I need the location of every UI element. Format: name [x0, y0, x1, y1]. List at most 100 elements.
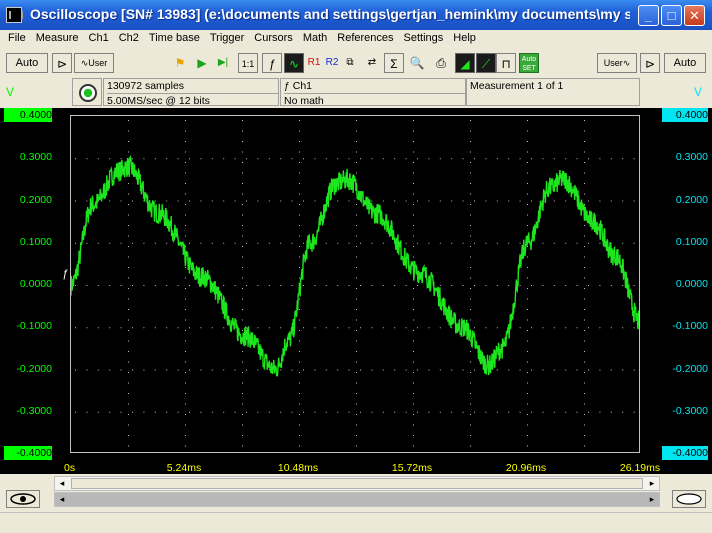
scroll-left-arrow-icon[interactable]: ◂: [55, 477, 69, 490]
right-trigger-mode[interactable]: Auto: [664, 53, 706, 73]
grid-dot: [280, 285, 282, 286]
right-trigger-slope-icon[interactable]: ⊳: [640, 53, 660, 73]
grid-dot: [120, 200, 122, 202]
grid-dot: [356, 351, 357, 352]
minimize-button[interactable]: _: [638, 5, 659, 26]
grid-dot: [405, 411, 407, 413]
menu-time-base[interactable]: Time base: [144, 30, 205, 50]
menu-settings[interactable]: Settings: [399, 30, 449, 50]
display-mode-1-icon[interactable]: ◢: [455, 53, 475, 73]
grid-dot: [185, 267, 186, 268]
grid-dot: [154, 411, 156, 413]
grid-dot: [394, 200, 396, 202]
sum-button[interactable]: Σ: [384, 53, 404, 73]
grid-dot: [97, 411, 99, 413]
ellipse-toggle-button[interactable]: [672, 490, 706, 508]
menu-ch1[interactable]: Ch1: [84, 30, 114, 50]
grid-dot: [128, 330, 129, 331]
grid-dot: [633, 285, 635, 286]
menu-cursors[interactable]: Cursors: [249, 30, 298, 50]
play-icon[interactable]: ▶: [192, 53, 212, 73]
menu-file[interactable]: File: [0, 30, 31, 50]
grid-dot: [470, 235, 471, 237]
grid-dot: [223, 411, 225, 413]
right-user-button[interactable]: User∿: [597, 53, 637, 73]
record-icon[interactable]: ⚑: [170, 53, 190, 73]
grid-dot: [576, 369, 578, 371]
grid-dot: [185, 288, 186, 289]
menu-ch2[interactable]: Ch2: [114, 30, 144, 50]
left-trigger-mode[interactable]: Auto: [6, 53, 48, 73]
display-mode-2-icon[interactable]: ⟋: [476, 53, 496, 73]
grid-dot: [553, 158, 555, 160]
channel-info[interactable]: ƒ Ch1 No math: [280, 78, 466, 107]
grid-dot: [470, 204, 471, 205]
magnifier-icon[interactable]: 🔍: [407, 53, 427, 73]
menu-measure[interactable]: Measure: [31, 30, 84, 50]
grid-dot: [470, 414, 471, 415]
grid-dot: [531, 411, 532, 413]
horizontal-scroll-1[interactable]: ◂ ▸: [54, 476, 660, 491]
printer-icon[interactable]: ⎙: [431, 53, 451, 73]
cursor-mode-icon[interactable]: ⊓: [496, 53, 516, 73]
trigger-marker-icon[interactable]: ƒ: [62, 268, 68, 280]
grid-dot: [200, 242, 202, 244]
grid-dot: [337, 369, 339, 371]
grid-dot: [128, 424, 129, 426]
grid-dot: [291, 200, 293, 202]
grid-dot: [565, 158, 567, 160]
grid-dot: [451, 285, 453, 286]
reference-1-button[interactable]: R1: [304, 53, 324, 73]
menu-math[interactable]: Math: [298, 30, 332, 50]
grid-dot: [356, 298, 357, 300]
grid-dot: [223, 369, 225, 371]
grid-dot: [356, 414, 357, 415]
swap-reference-icon[interactable]: ⇄: [362, 53, 382, 73]
eye-toggle-button[interactable]: [6, 490, 40, 508]
grid-dot: [314, 369, 316, 371]
grid-dot: [584, 151, 585, 153]
grid-dot: [360, 158, 361, 160]
left-y-tick-label: 0.2000: [19, 193, 52, 206]
scroll-thumb[interactable]: [71, 478, 643, 489]
waveform-plot[interactable]: [70, 115, 640, 453]
grid-dot: [584, 256, 585, 258]
trigger-slope-icon[interactable]: ⊳: [52, 53, 72, 73]
maximize-button[interactable]: □: [661, 5, 682, 26]
scroll-right-arrow-2-icon[interactable]: ▸: [645, 493, 659, 506]
grid-dot: [185, 204, 186, 205]
grid-dot: [588, 242, 589, 244]
function-icon[interactable]: ƒ: [262, 53, 282, 73]
menu-references[interactable]: References: [332, 30, 398, 50]
grid-dot: [428, 411, 430, 413]
grid-dot: [470, 246, 471, 247]
grid-dot: [143, 327, 145, 329]
menu-help[interactable]: Help: [448, 30, 481, 50]
grid-dot: [542, 411, 544, 413]
autoset-button[interactable]: Auto SET: [519, 53, 539, 73]
left-y-tick-label: 0.1000: [19, 235, 52, 248]
grid-dot: [584, 235, 585, 237]
step-icon[interactable]: ▶|: [213, 53, 233, 73]
horizontal-scroll-2[interactable]: ◂ ▸: [54, 492, 660, 507]
grid-dot: [177, 327, 179, 329]
copy-to-reference-icon[interactable]: ⧉: [340, 53, 360, 73]
grid-dot: [75, 200, 76, 202]
close-button[interactable]: ✕: [684, 5, 705, 26]
grid-dot: [470, 445, 471, 447]
scroll-left-arrow-2-icon[interactable]: ◂: [55, 493, 69, 506]
measurement-info[interactable]: Measurement 1 of 1: [466, 78, 640, 106]
grid-dot: [439, 158, 441, 160]
grid-dot: [405, 158, 407, 160]
grid-dot: [356, 246, 357, 247]
left-user-button[interactable]: ∿User: [74, 53, 114, 73]
channel-view-icon[interactable]: ∿: [284, 53, 304, 73]
grid-dot: [610, 285, 612, 286]
scroll-right-arrow-icon[interactable]: ▸: [645, 477, 659, 490]
zoom-one-to-one-button[interactable]: 1:1: [238, 53, 258, 73]
reference-2-button[interactable]: R2: [322, 53, 342, 73]
grid-dot: [470, 193, 471, 195]
menu-trigger[interactable]: Trigger: [205, 30, 249, 50]
grid-dot: [177, 200, 179, 202]
acquisition-indicator[interactable]: [72, 78, 102, 106]
